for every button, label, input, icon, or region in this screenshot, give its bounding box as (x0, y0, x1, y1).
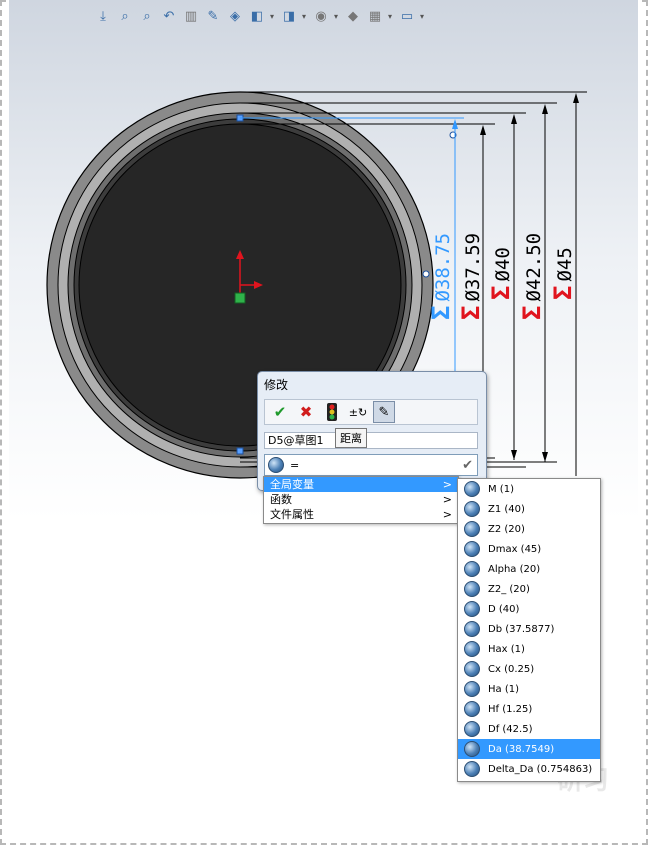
submenu-arrow-icon: > (442, 508, 452, 521)
sigma-equation-icon: Σ (457, 306, 485, 320)
global-variable-label: Delta_Da (0.754863) (488, 763, 593, 775)
menu-item[interactable]: 文件属性 > (264, 507, 458, 522)
mark-dimension-icon[interactable]: ✎ (373, 401, 395, 423)
dimension-value: Ø40 (492, 247, 514, 281)
global-variable-icon (464, 501, 480, 517)
global-variable-icon (464, 641, 480, 657)
global-variable-label: Hf (1.25) (488, 703, 533, 715)
global-variable-icon (464, 681, 480, 697)
global-variable-icon (268, 457, 284, 473)
dimension-value: Ø37.59 (462, 233, 484, 302)
global-variable-label: Z2 (20) (488, 523, 525, 535)
dimension-value-input[interactable]: = ✔ (264, 454, 478, 476)
global-variable-item[interactable]: Z1 (40) (458, 499, 600, 519)
tooltip: 距离 (335, 428, 367, 448)
global-variable-icon (464, 561, 480, 577)
dimension-value: Ø38.75 (432, 233, 454, 302)
dimension-name-field[interactable]: D5@草图1 (264, 432, 478, 449)
dimension-label[interactable]: Σ Ø40 (487, 247, 515, 300)
global-variable-item[interactable]: M (1) (458, 479, 600, 499)
modify-dimension-dialog: 修改 ✔ ✖ ±↻ ✎ D5@草图1 = ✔ (257, 371, 487, 491)
sketch-point[interactable] (422, 270, 430, 278)
dimension-value: Ø45 (554, 247, 576, 281)
sigma-equation-icon: Σ (487, 286, 515, 300)
global-variable-label: Df (42.5) (488, 723, 533, 735)
confirm-check-icon[interactable]: ✔ (269, 401, 291, 423)
global-variable-item[interactable]: Dmax (45) (458, 539, 600, 559)
spin-increment-icon[interactable]: ±↻ (347, 401, 369, 423)
submenu-arrow-icon: > (442, 493, 452, 506)
menu-item-label: 函数 (270, 493, 292, 506)
global-variable-icon (464, 761, 480, 777)
rebuild-traffic-light-icon[interactable] (321, 401, 343, 423)
global-variable-label: M (1) (488, 483, 514, 495)
global-variable-label: Db (37.5877) (488, 623, 555, 635)
global-variable-label: Dmax (45) (488, 543, 542, 555)
global-variable-icon (464, 601, 480, 617)
sigma-equation-icon: Σ (549, 286, 577, 300)
global-variable-item[interactable]: Z2 (20) (458, 519, 600, 539)
menu-item-label: 全局变量 (270, 478, 314, 491)
global-variable-label: Z1 (40) (488, 503, 525, 515)
dimension-value-text[interactable]: = (290, 459, 299, 472)
global-variable-icon (464, 661, 480, 677)
global-variable-label: Ha (1) (488, 683, 519, 695)
global-variable-item[interactable]: Db (37.5877) (458, 619, 600, 639)
global-variable-item[interactable]: Cx (0.25) (458, 659, 600, 679)
menu-item-label: 文件属性 (270, 508, 314, 521)
global-variable-icon (464, 741, 480, 757)
global-variable-icon (464, 481, 480, 497)
dimension-label[interactable]: Σ Ø42.50 (518, 233, 546, 320)
sigma-equation-icon: Σ (518, 306, 546, 320)
dimension-label[interactable]: Σ Ø45 (549, 247, 577, 300)
menu-item[interactable]: 全局变量 > (264, 477, 458, 492)
cancel-x-icon[interactable]: ✖ (295, 401, 317, 423)
global-variable-item[interactable]: Df (42.5) (458, 719, 600, 739)
global-variable-label: Da (38.7549) (488, 743, 555, 755)
submenu-arrow-icon: > (442, 478, 452, 491)
dimension-label[interactable]: Σ Ø37.59 (457, 233, 485, 320)
global-variable-item[interactable]: Delta_Da (0.754863) (458, 759, 600, 779)
global-variable-icon (464, 621, 480, 637)
global-variable-label: Alpha (20) (488, 563, 541, 575)
global-variable-item[interactable]: Z2_ (20) (458, 579, 600, 599)
sigma-equation-icon: Σ (427, 306, 455, 320)
accept-check-icon[interactable]: ✔ (462, 458, 473, 473)
global-variables-submenu: M (1) Z1 (40) Z2 (20) Dmax (45) Alpha (20) Z2… (457, 478, 601, 782)
dimension-value: Ø42.50 (523, 233, 545, 302)
menu-item[interactable]: 函数 > (264, 492, 458, 507)
dialog-title: 修改 (264, 378, 289, 392)
global-variable-icon (464, 541, 480, 557)
global-variable-item[interactable]: Hax (1) (458, 639, 600, 659)
global-variable-label: D (40) (488, 603, 520, 615)
global-variable-icon (464, 521, 480, 537)
global-variable-icon (464, 721, 480, 737)
global-variable-icon (464, 701, 480, 717)
global-variable-item[interactable]: D (40) (458, 599, 600, 619)
global-variable-item[interactable]: Ha (1) (458, 679, 600, 699)
sketch-point[interactable] (236, 447, 244, 455)
dimension-label[interactable]: Σ Ø38.75 (427, 233, 455, 320)
global-variable-label: Z2_ (20) (488, 583, 530, 595)
equation-context-menu: 全局变量 > 函数 > 文件属性 > (263, 476, 459, 524)
dialog-toolbar: ✔ ✖ ±↻ ✎ (264, 399, 478, 425)
global-variable-label: Cx (0.25) (488, 663, 535, 675)
global-variable-item[interactable]: Da (38.7549) (458, 739, 600, 759)
global-variable-item[interactable]: Alpha (20) (458, 559, 600, 579)
global-variable-icon (464, 581, 480, 597)
global-variable-item[interactable]: Hf (1.25) (458, 699, 600, 719)
global-variable-label: Hax (1) (488, 643, 525, 655)
